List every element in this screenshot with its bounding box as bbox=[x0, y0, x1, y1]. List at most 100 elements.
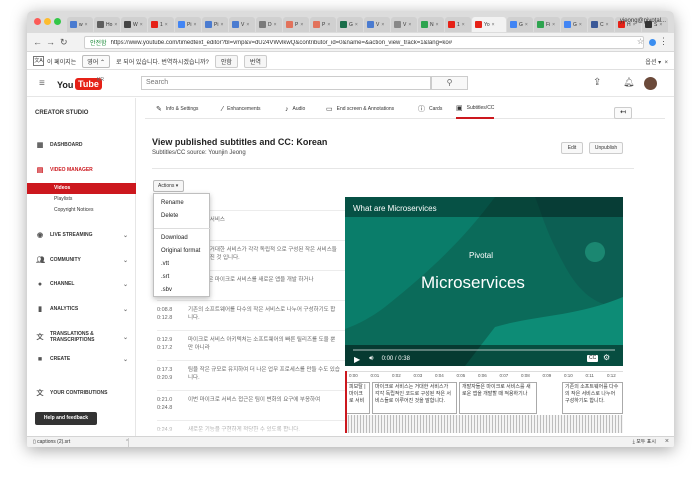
subtitle-text[interactable]: 마이크로 서비스 bbox=[188, 216, 340, 236]
maximize-window-button[interactable] bbox=[54, 18, 61, 25]
tab-close-icon[interactable]: × bbox=[492, 22, 495, 28]
avatar[interactable] bbox=[644, 77, 657, 90]
menu-item-delete[interactable]: Delete bbox=[161, 213, 178, 219]
tab-close-icon[interactable]: × bbox=[114, 22, 117, 28]
browser-tab[interactable]: G × bbox=[561, 17, 587, 32]
help-feedback-button[interactable]: Help and feedback bbox=[35, 412, 97, 425]
tab-close-icon[interactable]: × bbox=[246, 22, 249, 28]
browser-tab[interactable]: Pi × bbox=[202, 17, 228, 32]
menu-item-sbv[interactable]: .sbv bbox=[161, 287, 172, 293]
video-progress-bar[interactable] bbox=[353, 349, 615, 351]
close-window-button[interactable] bbox=[34, 18, 41, 25]
subtitle-row[interactable]: 0:21.0 0:24.8 이번 마이크로 서비스 접근은 팀이 변화의 요구에 부… bbox=[157, 390, 352, 420]
logo-you[interactable]: You bbox=[57, 80, 73, 90]
browser-tab[interactable]: Ho × bbox=[94, 17, 120, 32]
tab-close-icon[interactable]: × bbox=[436, 22, 439, 28]
timeline-cue[interactable]: 마이크로 서비스는 거대한 서비스가 각각 독립적인 코드로 구성된 작은 서비… bbox=[372, 382, 457, 414]
tab-enhancements[interactable]: ⁄ Enhancements bbox=[222, 99, 261, 119]
never-translate-button[interactable]: 안함 bbox=[214, 54, 238, 68]
sidebar-item-analytics[interactable]: ▮ ANALYTICS ⌄ bbox=[27, 303, 136, 315]
actions-button[interactable]: Actions ▾ bbox=[153, 180, 184, 192]
tab-close-icon[interactable]: × bbox=[462, 22, 465, 28]
tab-close-icon[interactable]: × bbox=[300, 22, 303, 28]
tab-end-screen[interactable]: ▭ End screen & Annotations bbox=[326, 99, 394, 119]
search-input[interactable]: Search bbox=[141, 76, 431, 90]
translate-options[interactable]: 옵션 ▾ × bbox=[645, 57, 668, 66]
bell-icon[interactable]: 🔔︎ bbox=[623, 77, 634, 88]
browser-tab[interactable]: V × bbox=[391, 17, 417, 32]
tab-close-icon[interactable]: × bbox=[606, 22, 609, 28]
tab-subtitles-cc[interactable]: ▣ Subtitles/CC bbox=[456, 99, 495, 119]
captions-toggle-icon[interactable]: CC bbox=[587, 355, 599, 362]
tab-close-icon[interactable]: × bbox=[552, 22, 555, 28]
sidebar-item-translations[interactable]: 文 TRANSLATIONS & TRANSCRIPTIONS ⌄ bbox=[27, 329, 136, 345]
timeline-cue[interactable]: 기존의 소프트웨어를 다수의 작은 서비스로 나누어 구성하기도 합니다. bbox=[562, 382, 623, 414]
browser-tab[interactable]: G × bbox=[507, 17, 533, 32]
tab-close-icon[interactable]: × bbox=[274, 22, 277, 28]
sidebar-item-community[interactable]: 👥︎ COMMUNITY ⌄ bbox=[27, 254, 136, 266]
gear-icon[interactable]: ⚙ bbox=[603, 353, 610, 362]
sidebar-item-create[interactable]: ■ CREATE ⌄ bbox=[27, 353, 136, 365]
sidebar-item-channel[interactable]: ● CHANNEL ⌄ bbox=[27, 278, 136, 290]
browser-tab[interactable]: Pi × bbox=[175, 17, 201, 32]
chevron-down-icon[interactable]: ⌃ bbox=[125, 438, 129, 447]
browser-tab[interactable]: W × bbox=[121, 17, 147, 32]
menu-item-original-format[interactable]: Original format bbox=[161, 248, 200, 254]
browser-tab[interactable]: w × bbox=[67, 17, 93, 32]
profile-name[interactable]: yjeong@pivotal... bbox=[620, 18, 666, 24]
browser-tab[interactable]: V × bbox=[364, 17, 390, 32]
sidebar-item-dashboard[interactable]: ▦ DASHBOARD bbox=[27, 139, 136, 151]
browser-menu-icon[interactable]: ⋮ bbox=[659, 36, 668, 47]
tab-close-icon[interactable]: × bbox=[579, 22, 582, 28]
hamburger-menu-icon[interactable]: ≡ bbox=[39, 78, 45, 89]
browser-tab[interactable]: G × bbox=[337, 17, 363, 32]
play-icon[interactable]: ▶ bbox=[354, 355, 360, 364]
menu-item-vtt[interactable]: .vtt bbox=[161, 261, 169, 267]
sidebar-sub-copyright[interactable]: Copyright Notices bbox=[27, 205, 136, 216]
download-item[interactable]: ▯ captions (2).srt ⌃ bbox=[31, 438, 129, 447]
browser-tab[interactable]: D × bbox=[256, 17, 282, 32]
tab-cards[interactable]: ⓘ Cards bbox=[418, 99, 442, 119]
url-input[interactable]: 안전함 https://www.youtube.com/timedtext_ed… bbox=[84, 36, 644, 49]
unpublish-button[interactable]: Unpublish bbox=[589, 142, 623, 154]
subtitle-row[interactable]: 0:08.8 0:12.8 기존의 소프트웨어를 다수의 작은 서비스로 나누어 구… bbox=[157, 300, 352, 330]
tab-close-icon[interactable]: × bbox=[193, 22, 196, 28]
subtitle-text[interactable]: 이번 마이크로 서비스 접근은 팀이 변화의 요구에 부응하여 bbox=[188, 396, 340, 416]
browser-tab[interactable]: V × bbox=[229, 17, 255, 32]
upload-icon[interactable]: ⇪ bbox=[593, 77, 601, 88]
volume-icon[interactable]: 🔊︎ bbox=[369, 355, 373, 363]
translate-button[interactable]: 번역 bbox=[243, 54, 267, 68]
bookmark-star-icon[interactable]: ☆ bbox=[637, 37, 644, 46]
video-player[interactable]: What are Microservices Pivotal Microserv… bbox=[345, 197, 623, 366]
subtitle-text[interactable]: 개발자들은 마이크로 서비스를 새로운 앱을 개발 하거나 bbox=[188, 276, 340, 296]
minimize-window-button[interactable] bbox=[44, 18, 51, 25]
tab-info-settings[interactable]: ✎ Info & Settings bbox=[156, 99, 198, 119]
sidebar-item-your-contributions[interactable]: 文 YOUR CONTRIBUTIONS bbox=[27, 387, 136, 399]
timeline-cue[interactable]: 피보탈 | 마이크로 서비 bbox=[346, 382, 370, 414]
forward-arrow-icon[interactable]: → bbox=[46, 37, 55, 47]
sidebar-item-video-manager[interactable]: ▤ VIDEO MANAGER bbox=[27, 164, 136, 176]
tab-close-icon[interactable]: × bbox=[140, 22, 143, 28]
tab-close-icon[interactable]: × bbox=[355, 22, 358, 28]
tab-audio[interactable]: ♪ Audio bbox=[285, 99, 305, 119]
sidebar-sub-playlists[interactable]: Playlists bbox=[27, 194, 136, 205]
browser-tab[interactable]: Yo × bbox=[472, 17, 506, 32]
back-button[interactable]: ↤ bbox=[614, 107, 632, 119]
timeline-cue[interactable]: 개발자들은 마이크로 서비스를 새로운 앱을 개발할 때 적용하기나 bbox=[459, 382, 537, 414]
tab-close-icon[interactable]: × bbox=[381, 22, 384, 28]
tab-close-icon[interactable]: × bbox=[85, 22, 88, 28]
browser-tab[interactable]: 1 × bbox=[445, 17, 471, 32]
menu-item-rename[interactable]: Rename bbox=[161, 200, 184, 206]
browser-tab[interactable]: C × bbox=[588, 17, 614, 32]
timeline-playhead[interactable] bbox=[345, 371, 347, 433]
subtitle-text[interactable]: 서비스는 거대한 서비스가 각각 독립적 으로 구성된 작은 서비스들로 이루어… bbox=[188, 246, 340, 266]
browser-tab[interactable]: 1 × bbox=[148, 17, 174, 32]
back-arrow-icon[interactable]: ← bbox=[33, 37, 42, 47]
reload-icon[interactable]: ↻ bbox=[60, 37, 68, 47]
browser-tab[interactable]: P × bbox=[283, 17, 309, 32]
browser-tab[interactable]: P × bbox=[310, 17, 336, 32]
show-all-downloads[interactable]: ⤓ 모두 표시 bbox=[633, 438, 656, 447]
menu-item-srt[interactable]: .srt bbox=[161, 274, 169, 280]
subtitle-row[interactable]: 0:12.9 0:17.2 마이크로 서비스 아키텍처는 소프트웨어의 빠른 릴리즈… bbox=[157, 330, 352, 360]
subtitle-text[interactable]: 팀을 작은 규모로 유지하여 더 나은 업무 프로세스를 만들 수도 있습니다. bbox=[188, 366, 340, 386]
